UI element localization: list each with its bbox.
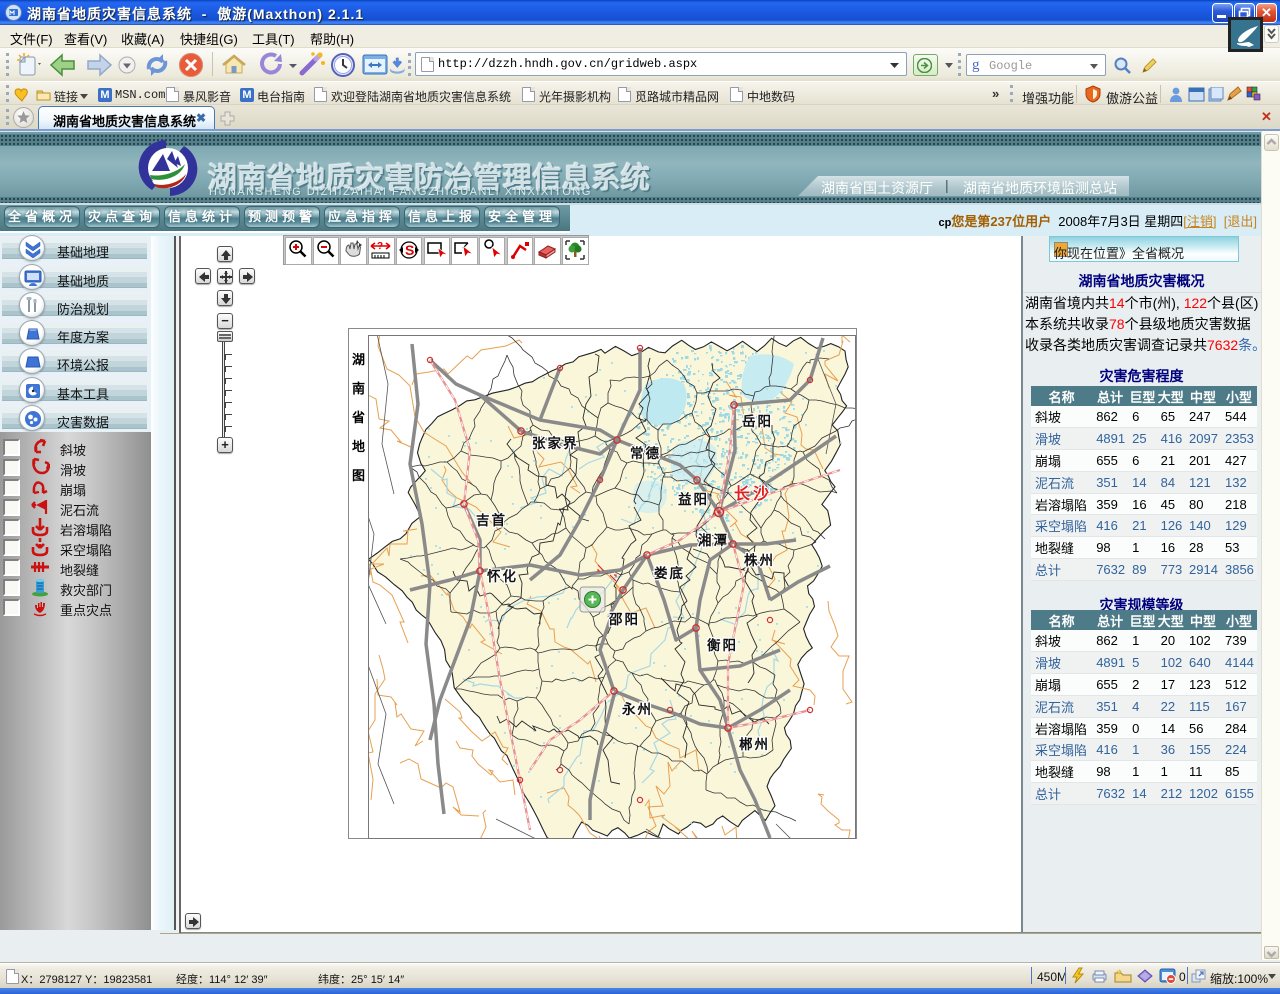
svg-text:湖: 湖 <box>352 352 365 367</box>
svg-text:省: 省 <box>351 410 365 425</box>
svg-text:常德: 常德 <box>630 445 661 461</box>
svg-text:衡阳: 衡阳 <box>707 637 738 653</box>
svg-text:永州: 永州 <box>622 701 653 717</box>
svg-text:长沙: 长沙 <box>734 484 772 503</box>
svg-text:地: 地 <box>352 439 365 454</box>
svg-text:?: ? <box>377 241 383 252</box>
svg-text:张家界: 张家界 <box>532 435 579 451</box>
svg-text:益阳: 益阳 <box>678 491 709 507</box>
svg-text:吉首: 吉首 <box>476 512 507 528</box>
svg-text:湘潭: 湘潭 <box>698 532 729 548</box>
svg-text:娄底: 娄底 <box>654 565 685 581</box>
svg-text:郴州: 郴州 <box>739 736 770 752</box>
svg-text:南: 南 <box>352 381 365 396</box>
svg-text:S: S <box>405 242 414 258</box>
svg-text:怀化: 怀化 <box>487 568 518 584</box>
svg-text:岳阳: 岳阳 <box>742 413 773 429</box>
svg-text:图: 图 <box>352 468 365 483</box>
svg-text:邵阳: 邵阳 <box>608 612 640 627</box>
svg-text:株州: 株州 <box>744 552 775 568</box>
